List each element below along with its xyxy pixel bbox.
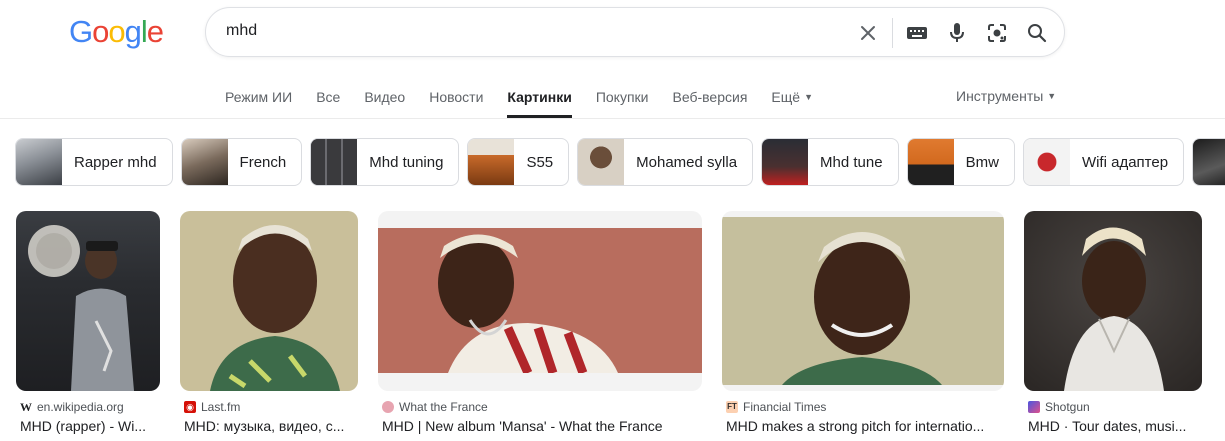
shotgun-favicon <box>1028 401 1040 413</box>
logo-letter: e <box>146 14 164 49</box>
tab-label: Видео <box>364 89 406 105</box>
image-result[interactable]: Wen.wikipedia.org MHD (rapper) - Wi... <box>16 211 160 434</box>
search-divider <box>892 18 893 48</box>
lastfm-favicon: ◉ <box>184 401 196 413</box>
result-source[interactable]: Shotgun <box>1028 400 1090 414</box>
chip-label: Rapper mhd <box>74 153 157 171</box>
source-name: Last.fm <box>201 400 241 414</box>
search-icon[interactable] <box>1025 21 1049 45</box>
tab-news[interactable]: Новости <box>429 88 483 118</box>
search-input[interactable] <box>226 22 826 40</box>
chip-thumbnail <box>311 139 358 185</box>
result-title[interactable]: MHD (rapper) - Wi... <box>20 418 160 434</box>
chip-mohamed-sylla[interactable]: Mohamed sylla <box>577 138 754 186</box>
chip-bmw[interactable]: Bmw <box>906 138 1015 186</box>
image-result[interactable]: Shotgun MHD · Tour dates, musi... <box>1024 211 1202 434</box>
chip-thumbnail <box>16 139 62 185</box>
chip-label: S55 <box>526 153 554 171</box>
ft-favicon: FT <box>726 401 738 413</box>
chip-label: Bmw <box>965 153 999 171</box>
caret-down-icon: ▼ <box>1047 91 1057 101</box>
google-logo[interactable]: Google <box>69 14 164 50</box>
chip-french[interactable]: French <box>180 138 303 186</box>
tab-images[interactable]: Картинки <box>507 88 572 118</box>
result-title[interactable]: MHD · Tour dates, musi... <box>1028 418 1202 434</box>
source-name: Financial Times <box>743 400 827 414</box>
tab-shopping[interactable]: Покупки <box>596 88 649 118</box>
result-title[interactable]: MHD | New album 'Mansa' - What the Franc… <box>382 418 702 434</box>
source-name: What the France <box>399 400 488 414</box>
microphone-icon[interactable] <box>945 21 969 45</box>
header-divider <box>0 118 1225 119</box>
close-icon[interactable] <box>856 21 880 45</box>
result-source[interactable]: ◉ Last.fm <box>184 400 240 414</box>
result-image <box>16 211 160 391</box>
tab-label: Ещё <box>771 89 801 105</box>
result-image <box>1024 211 1202 391</box>
tab-label: Все <box>316 89 341 105</box>
chip-mhd-tune[interactable]: Mhd tune <box>761 138 899 186</box>
tab-label: Покупки <box>595 89 649 105</box>
tab-label: Веб-версия <box>672 89 748 105</box>
image-result[interactable]: FT Financial Times MHD makes a strong pit… <box>722 211 1004 434</box>
tab-more[interactable]: Ещё ▼ <box>771 88 813 118</box>
chip-label: Mohamed sylla <box>636 153 738 171</box>
result-image <box>180 211 358 391</box>
chip-thumbnail <box>1023 139 1070 185</box>
chip-label: Wifi адаптер <box>1081 153 1169 171</box>
image-result[interactable]: What the France MHD | New album 'Mansa' … <box>378 211 702 434</box>
chip-thumbnail <box>907 139 954 185</box>
result-source[interactable]: FT Financial Times <box>726 400 826 414</box>
result-source[interactable]: Wen.wikipedia.org <box>20 400 124 414</box>
result-image <box>378 211 702 391</box>
source-name: Shotgun <box>1045 400 1090 414</box>
chip-label: Mhd tune <box>820 153 883 171</box>
chip-mhd-tuning[interactable]: Mhd tuning <box>310 138 460 186</box>
chip-thumbnail <box>468 139 515 185</box>
keyboard-icon[interactable] <box>905 21 929 45</box>
tab-label: Картинки <box>507 89 572 105</box>
chip-thumbnail <box>1193 139 1225 185</box>
chip-thumbnail <box>181 139 228 185</box>
caret-down-icon: ▼ <box>804 92 813 102</box>
logo-letter: o <box>108 14 125 49</box>
logo-letter: g <box>124 14 142 49</box>
search-box <box>205 7 1065 57</box>
source-name: en.wikipedia.org <box>37 400 124 414</box>
result-image <box>722 211 1004 391</box>
logo-letter: G <box>69 14 93 49</box>
chip-wifi-adapter[interactable]: Wifi адаптер <box>1022 138 1185 186</box>
tab-label: Новости <box>429 89 484 105</box>
result-source[interactable]: What the France <box>382 400 488 414</box>
chip-label: French <box>239 153 287 171</box>
chip-label: Mhd tuning <box>369 153 444 171</box>
image-result[interactable]: ◉ Last.fm MHD: музыка, видео, с... <box>180 211 358 434</box>
result-title[interactable]: MHD makes a strong pitch for internatio.… <box>726 418 1004 434</box>
chip-partial[interactable] <box>1192 138 1225 186</box>
what-the-france-favicon <box>382 401 394 413</box>
tab-all[interactable]: Все <box>316 88 340 118</box>
wikipedia-favicon: W <box>20 400 32 414</box>
chip-thumbnail <box>578 139 625 185</box>
search-tabs: Режим ИИ Все Видео Новости Картинки Поку… <box>225 88 837 118</box>
tab-ai-mode[interactable]: Режим ИИ <box>225 88 292 118</box>
chip-s55[interactable]: S55 <box>467 138 570 186</box>
chip-thumbnail <box>762 139 809 185</box>
tools-button[interactable]: Инструменты ▼ <box>956 88 1056 104</box>
camera-lens-icon[interactable] <box>985 21 1009 45</box>
chip-rapper-mhd[interactable]: Rapper mhd <box>15 138 173 186</box>
tab-video[interactable]: Видео <box>364 88 405 118</box>
tab-label: Режим ИИ <box>225 89 293 105</box>
result-title[interactable]: MHD: музыка, видео, с... <box>184 418 358 434</box>
tab-web[interactable]: Веб-версия <box>673 88 748 118</box>
tools-label: Инструменты <box>956 88 1044 104</box>
logo-letter: o <box>92 14 109 49</box>
refinement-chips: Rapper mhd French Mhd tuning S55 Mohamed… <box>15 138 1225 186</box>
